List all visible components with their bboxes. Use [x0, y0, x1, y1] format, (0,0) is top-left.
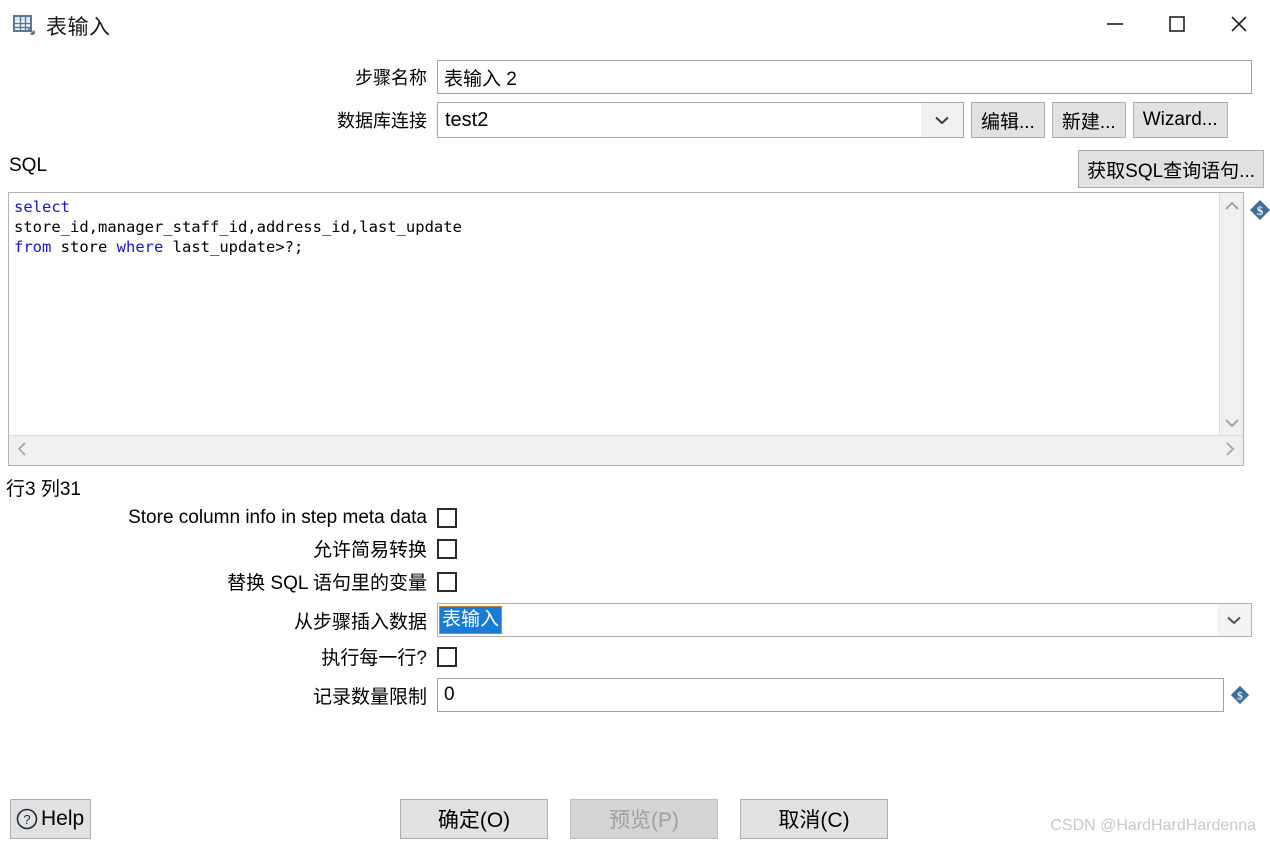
table-input-icon [12, 14, 38, 38]
step-name-input[interactable] [437, 60, 1252, 94]
replace-variables-label: 替换 SQL 语句里的变量 [227, 573, 427, 594]
help-label: Help [41, 807, 85, 830]
row-limit-input[interactable] [437, 678, 1224, 712]
store-column-info-label: Store column info in step meta data [128, 507, 427, 528]
question-circle-icon: ? [15, 807, 39, 831]
close-button[interactable] [1208, 2, 1270, 50]
svg-text:$: $ [1237, 689, 1243, 703]
ok-button[interactable]: 确定(O) [400, 799, 548, 839]
chevron-down-icon[interactable] [1217, 604, 1251, 636]
insert-from-step-value: 表输入 [438, 606, 503, 634]
chevron-right-icon[interactable] [1225, 441, 1235, 460]
execute-each-row-checkbox[interactable] [437, 646, 457, 667]
database-connection-value: test2 [445, 108, 489, 131]
minimize-icon [1105, 16, 1125, 36]
wizard-button[interactable]: Wizard... [1132, 102, 1228, 138]
sql-header: SQL 获取SQL查询语句... [0, 150, 1270, 188]
cancel-button[interactable]: 取消(C) [740, 799, 888, 839]
window-controls [1084, 0, 1270, 52]
allow-lazy-conversion-label: 允许简易转换 [312, 540, 427, 561]
step-name-label: 步骤名称 [355, 68, 427, 88]
preview-button[interactable]: 预览(P) [570, 799, 718, 839]
minimize-button[interactable] [1084, 2, 1146, 50]
chevron-left-icon[interactable] [17, 441, 27, 460]
maximize-icon [1168, 15, 1186, 38]
database-connection-label: 数据库连接 [337, 111, 427, 131]
sql-label: SQL [9, 155, 48, 176]
title-bar: 表输入 [0, 0, 1270, 52]
get-sql-statement-button[interactable]: 获取SQL查询语句... [1078, 150, 1264, 188]
dollar-variable-icon[interactable]: $ [1230, 685, 1250, 705]
sql-editor[interactable]: select store_id,manager_staff_id,address… [8, 192, 1270, 466]
edit-connection-button[interactable]: 编辑... [971, 102, 1045, 138]
replace-variables-checkbox[interactable] [437, 571, 457, 592]
new-connection-button[interactable]: 新建... [1051, 102, 1126, 138]
chevron-up-icon[interactable] [1224, 197, 1240, 214]
allow-lazy-conversion-checkbox[interactable] [437, 538, 457, 559]
dollar-variable-icon[interactable]: $ [1249, 199, 1270, 221]
store-column-info-row: Store column info in step meta data [0, 507, 1270, 529]
sql-editor-text[interactable]: select store_id,manager_staff_id,address… [9, 193, 1219, 435]
insert-from-step-combo[interactable]: 表输入 [437, 603, 1252, 637]
execute-each-row-row: 执行每一行? [0, 643, 1270, 670]
maximize-button[interactable] [1146, 2, 1208, 50]
row-limit-row: 记录数量限制 $ [0, 678, 1270, 712]
svg-text:?: ? [23, 812, 30, 827]
svg-text:$: $ [1257, 203, 1264, 218]
insert-from-step-label: 从步骤插入数据 [293, 611, 427, 633]
database-connection-row: 数据库连接 test2 编辑... 新建... Wizard... [0, 102, 1270, 138]
cursor-position-label: 行3 列31 [6, 479, 81, 500]
sql-editor-body: select store_id,manager_staff_id,address… [9, 193, 1243, 435]
chevron-down-icon[interactable] [920, 103, 963, 137]
close-icon [1229, 14, 1249, 39]
execute-each-row-label: 执行每一行? [321, 648, 427, 669]
insert-from-step-row: 从步骤插入数据 表输入 [0, 603, 1270, 637]
database-connection-combo[interactable]: test2 [437, 102, 964, 138]
replace-variables-row: 替换 SQL 语句里的变量 [0, 568, 1270, 595]
help-button[interactable]: ? Help [10, 799, 92, 839]
row-limit-label: 记录数量限制 [312, 686, 427, 708]
sql-vertical-scrollbar[interactable] [1219, 193, 1243, 435]
chevron-down-icon[interactable] [1224, 414, 1240, 431]
sql-horizontal-scrollbar[interactable] [9, 435, 1243, 465]
step-name-row: 步骤名称 [0, 60, 1270, 94]
store-column-info-checkbox[interactable] [437, 508, 457, 528]
window-title: 表输入 [46, 16, 111, 39]
allow-lazy-conversion-row: 允许简易转换 [0, 535, 1270, 562]
dialog-action-buttons: 确定(O) 预览(P) 取消(C) [400, 799, 888, 839]
watermark: CSDN @HardHardHardenna [1050, 817, 1256, 834]
